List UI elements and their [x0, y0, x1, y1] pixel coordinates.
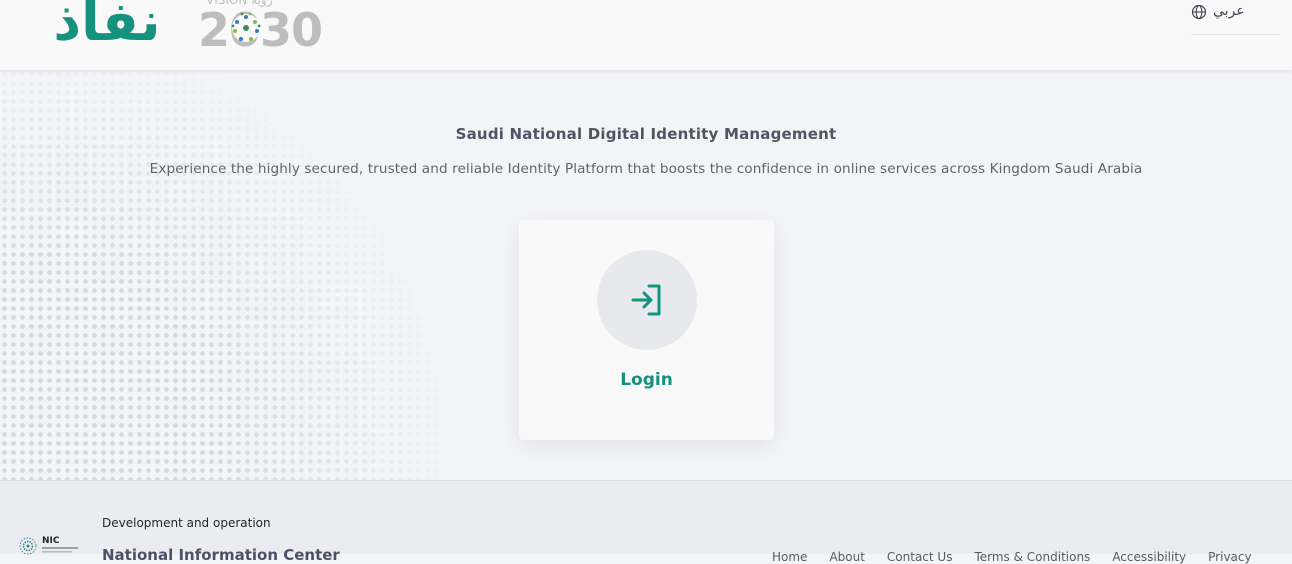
login-label: Login: [620, 370, 673, 390]
language-switcher[interactable]: عربي: [1191, 0, 1280, 35]
hero-section: Saudi National Digital Identity Manageme…: [0, 70, 1292, 481]
footer-links: Home About Contact Us Terms & Conditions…: [772, 550, 1252, 564]
svg-text:نفاذ: نفاذ: [53, 0, 160, 50]
vision-2030-logo: VISION رؤية 2030: [198, 0, 323, 50]
nic-emblem-icon: [19, 537, 37, 555]
footer-link-contact[interactable]: Contact Us: [887, 550, 953, 564]
login-icon-circle: [597, 250, 697, 350]
globe-icon: [1191, 4, 1207, 20]
footer-link-privacy[interactable]: Privacy: [1208, 550, 1251, 564]
page-subtitle: Experience the highly secured, trusted a…: [149, 161, 1143, 177]
login-card[interactable]: Login: [519, 220, 774, 440]
svg-text:NIC: NIC: [42, 536, 60, 546]
organization-name: National Information Center: [102, 546, 340, 564]
page-title: Saudi National Digital Identity Manageme…: [455, 125, 837, 143]
footer-link-about[interactable]: About: [829, 550, 864, 564]
header: نفاذ VISION رؤية 2030 عربي: [0, 0, 1292, 70]
nic-logo: NIC: [19, 536, 78, 555]
footer-link-accessibility[interactable]: Accessibility: [1112, 550, 1186, 564]
language-label: عربي: [1213, 3, 1245, 19]
footer-link-terms[interactable]: Terms & Conditions: [974, 550, 1090, 564]
footer-link-home[interactable]: Home: [772, 550, 807, 564]
nafath-logo[interactable]: نفاذ: [46, 0, 168, 50]
login-icon: [631, 284, 661, 316]
footer: NIC Development and operation National I…: [0, 480, 1292, 564]
development-label: Development and operation: [102, 516, 271, 530]
